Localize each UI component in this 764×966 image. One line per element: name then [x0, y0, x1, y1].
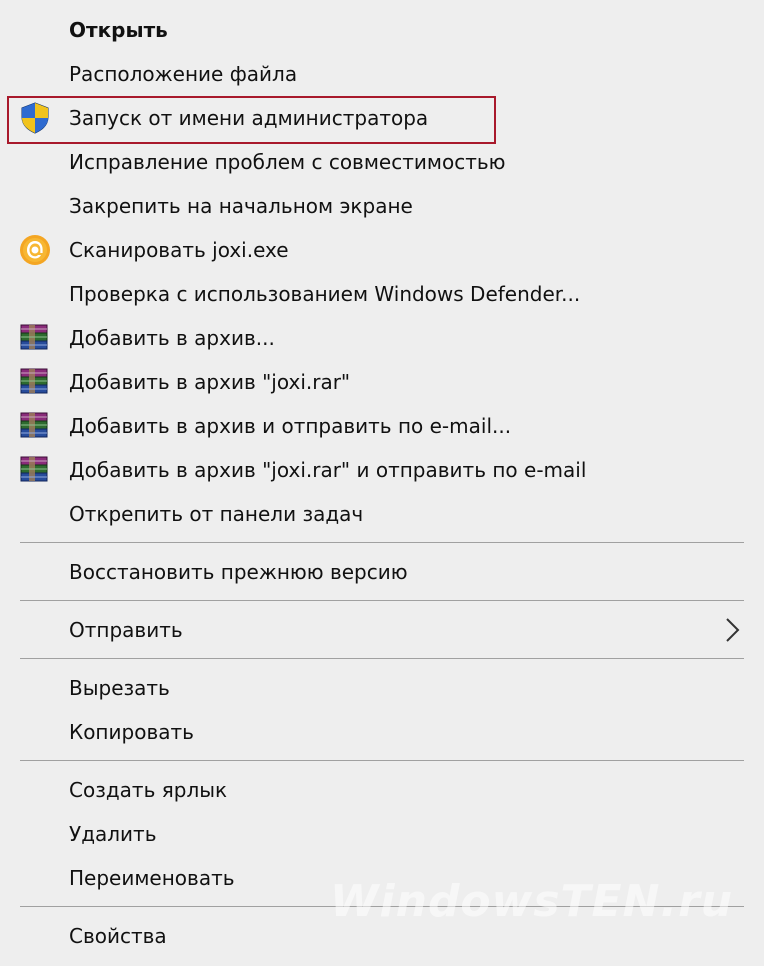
- avast-icon: [18, 233, 52, 267]
- menu-item-label: Добавить в архив и отправить по e-mail..…: [69, 414, 512, 438]
- menu-item-create-shortcut[interactable]: Создать ярлык: [0, 770, 764, 810]
- context-menu: Открыть Расположение файла Запуск от име…: [0, 0, 764, 966]
- menu-item-add-archive-joxi[interactable]: Добавить в архив "joxi.rar": [0, 362, 764, 402]
- chevron-right-icon: [726, 618, 740, 642]
- menu-item-label: Восстановить прежнюю версию: [69, 560, 408, 584]
- menu-item-label: Удалить: [69, 822, 157, 846]
- menu-item-unpin-taskbar[interactable]: Открепить от панели задач: [0, 494, 764, 534]
- winrar-icon: [18, 409, 52, 443]
- menu-item-label: Расположение файла: [69, 62, 298, 86]
- menu-item-delete[interactable]: Удалить: [0, 814, 764, 854]
- menu-item-defender[interactable]: Проверка с использованием Windows Defend…: [0, 274, 764, 314]
- menu-item-add-archive[interactable]: Добавить в архив...: [0, 318, 764, 358]
- menu-item-label: Переименовать: [69, 866, 235, 890]
- menu-item-restore-version[interactable]: Восстановить прежнюю версию: [0, 552, 764, 592]
- watermark: WindowsTEN.ru: [330, 876, 734, 927]
- menu-separator: [20, 542, 744, 543]
- menu-item-label: Добавить в архив "joxi.rar" и отправить …: [69, 458, 587, 482]
- winrar-icon: [18, 365, 52, 399]
- menu-item-label: Закрепить на начальном экране: [69, 194, 413, 218]
- menu-item-copy[interactable]: Копировать: [0, 712, 764, 752]
- menu-item-send-to[interactable]: Отправить: [0, 610, 764, 650]
- menu-separator: [20, 760, 744, 761]
- menu-separator: [20, 600, 744, 601]
- menu-item-label: Добавить в архив...: [69, 326, 275, 350]
- menu-item-label: Создать ярлык: [69, 778, 228, 802]
- uac-shield-icon: [18, 101, 52, 135]
- menu-item-label: Добавить в архив "joxi.rar": [69, 370, 351, 394]
- menu-item-label: Запуск от имени администратора: [69, 106, 429, 130]
- winrar-icon: [18, 453, 52, 487]
- menu-item-compatibility[interactable]: Исправление проблем с совместимостью: [0, 142, 764, 182]
- menu-item-add-archive-email[interactable]: Добавить в архив и отправить по e-mail..…: [0, 406, 764, 446]
- menu-separator: [20, 658, 744, 659]
- menu-item-run-as-admin[interactable]: Запуск от имени администратора: [0, 98, 764, 138]
- menu-item-add-archive-joxi-email[interactable]: Добавить в архив "joxi.rar" и отправить …: [0, 450, 764, 490]
- menu-item-label: Свойства: [69, 924, 167, 948]
- menu-item-label: Вырезать: [69, 676, 170, 700]
- menu-item-cut[interactable]: Вырезать: [0, 668, 764, 708]
- menu-item-file-location[interactable]: Расположение файла: [0, 54, 764, 94]
- menu-item-label: Копировать: [69, 720, 194, 744]
- winrar-icon: [18, 321, 52, 355]
- menu-item-open[interactable]: Открыть: [0, 10, 764, 50]
- menu-item-label: Сканировать joxi.exe: [69, 238, 289, 262]
- menu-item-label: Исправление проблем с совместимостью: [69, 150, 506, 174]
- menu-item-label: Проверка с использованием Windows Defend…: [69, 282, 581, 306]
- menu-item-label: Отправить: [69, 618, 183, 642]
- menu-item-pin-start[interactable]: Закрепить на начальном экране: [0, 186, 764, 226]
- menu-item-scan[interactable]: Сканировать joxi.exe: [0, 230, 764, 270]
- menu-item-label: Открыть: [69, 18, 168, 42]
- menu-item-label: Открепить от панели задач: [69, 502, 364, 526]
